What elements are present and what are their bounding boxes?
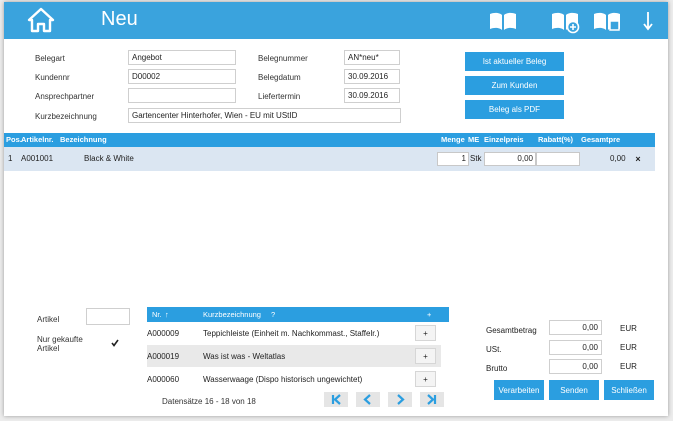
add-article-button[interactable]: + xyxy=(415,371,436,387)
ansprechpartner-field[interactable] xyxy=(128,88,236,103)
next-page-icon xyxy=(397,394,405,405)
col-kurzbezeichnung[interactable]: Kurzbezeichnung xyxy=(203,310,261,319)
top-bar: Neu xyxy=(4,2,668,39)
belegdatum-label: Belegdatum xyxy=(258,73,301,82)
currency-label: EUR xyxy=(620,362,637,371)
page-title: Neu xyxy=(101,8,138,30)
sort-kurz-icon[interactable]: ? xyxy=(271,310,275,319)
einzelpreis-input[interactable]: 0,00 xyxy=(484,152,536,166)
kundennr-label: Kundennr xyxy=(35,73,70,82)
brutto-label: Brutto xyxy=(486,364,508,373)
bezeichnung-cell: Black & White xyxy=(84,154,134,163)
open-book-icon[interactable] xyxy=(488,8,518,34)
col-einzelpreis[interactable]: Einzelpreis xyxy=(484,135,524,144)
col-pos[interactable]: Pos. xyxy=(6,135,22,144)
pager-last-button[interactable] xyxy=(420,392,444,407)
ust-label: USt. xyxy=(486,345,502,354)
table-row[interactable]: 1 A001001 Black & White 1 Stk 0,00 0,00 … xyxy=(4,147,655,171)
col-add: + xyxy=(427,310,432,319)
col-nr[interactable]: Nr. xyxy=(152,310,162,319)
liefertermin-label: Liefertermin xyxy=(258,92,301,101)
article-nr: A000019 xyxy=(147,352,180,361)
sort-nr-icon[interactable]: ↑ xyxy=(165,310,169,319)
col-rabatt[interactable]: Rabatt(%) xyxy=(538,135,573,144)
rabatt-input[interactable] xyxy=(536,152,580,166)
kundennr-field[interactable]: D00002 xyxy=(128,69,236,84)
add-article-button[interactable]: + xyxy=(415,325,436,341)
belegart-field[interactable]: Angebot xyxy=(128,50,236,65)
add-article-button[interactable]: + xyxy=(415,348,436,364)
belegart-label: Belegart xyxy=(35,54,65,63)
article-nr: A000009 xyxy=(147,329,180,338)
senden-button[interactable]: Senden xyxy=(549,380,599,400)
list-item[interactable]: A000019 Was ist was - Weltatlas + xyxy=(147,345,441,367)
schliessen-button[interactable]: Schließen xyxy=(604,380,654,400)
article-table-header: Nr. ↑ Kurzbezeichnung ? + xyxy=(147,307,449,322)
app-window: Neu Belegart Angebot Kundennr D00002 Ans… xyxy=(4,2,668,416)
artikel-label: Artikel xyxy=(37,315,60,324)
col-bezeichnung[interactable]: Bezeichnung xyxy=(60,135,107,144)
liefertermin-field[interactable]: 30.09.2016 xyxy=(344,88,400,103)
ansprechpartner-label: Ansprechpartner xyxy=(35,92,95,101)
pager-next-button[interactable] xyxy=(388,392,412,407)
col-gesamtpreis[interactable]: Gesamtpre xyxy=(581,135,620,144)
col-menge[interactable]: Menge xyxy=(441,135,465,144)
currency-label: EUR xyxy=(620,324,637,333)
article-kurz: Was ist was - Weltatlas xyxy=(203,352,286,361)
nur-gekaufte-label: Nur gekaufte Artikel xyxy=(37,335,83,353)
positions-table-header: Pos. Artikelnr. Bezeichnung Menge ME Ein… xyxy=(4,133,655,147)
to-customer-button[interactable]: Zum Kunden xyxy=(465,76,564,95)
prev-page-icon xyxy=(363,394,371,405)
menge-input[interactable]: 1 xyxy=(437,152,469,166)
ust-field: 0,00 xyxy=(549,340,602,355)
article-kurz: Teppichleiste (Einheit m. Nachkommast., … xyxy=(203,329,380,338)
book-export-icon[interactable] xyxy=(592,8,622,34)
pager-text: Datensätze 16 - 18 von 18 xyxy=(162,397,256,406)
current-document-button[interactable]: Ist aktueller Beleg xyxy=(465,52,564,71)
col-artikelnr[interactable]: Artikelnr. xyxy=(21,135,54,144)
gesamtbetrag-label: Gesamtbetrag xyxy=(486,326,537,335)
gesamtbetrag-field: 0,00 xyxy=(549,320,602,335)
last-page-icon xyxy=(427,394,437,405)
article-nr: A000060 xyxy=(147,375,180,384)
pager-first-button[interactable] xyxy=(324,392,348,407)
article-kurz: Wasserwaage (Dispo historisch ungewichte… xyxy=(203,375,363,384)
book-add-icon[interactable] xyxy=(550,8,580,34)
verarbeiten-button[interactable]: Verarbeiten xyxy=(494,380,544,400)
pos-cell: 1 xyxy=(8,154,13,163)
home-icon[interactable] xyxy=(27,6,55,34)
list-item[interactable]: A000009 Teppichleiste (Einheit m. Nachko… xyxy=(147,322,441,344)
nur-gekaufte-checkbox[interactable] xyxy=(111,339,119,347)
gesamtpreis-cell: 0,00 xyxy=(610,154,626,163)
me-cell: Stk xyxy=(470,154,482,163)
artikel-input[interactable] xyxy=(86,308,130,325)
list-item[interactable]: A000060 Wasserwaage (Dispo historisch un… xyxy=(147,368,441,390)
kurzbezeichnung-field[interactable]: Gartencenter Hinterhofer, Wien - EU mit … xyxy=(128,108,401,123)
pdf-button[interactable]: Beleg als PDF xyxy=(465,100,564,119)
kurzbezeichnung-label: Kurzbezeichnung xyxy=(35,112,97,121)
first-page-icon xyxy=(331,394,341,405)
currency-label: EUR xyxy=(620,343,637,352)
pager-prev-button[interactable] xyxy=(356,392,380,407)
belegnummer-field[interactable]: AN*neu* xyxy=(344,50,400,65)
belegnummer-label: Belegnummer xyxy=(258,54,308,63)
brutto-field: 0,00 xyxy=(549,359,602,374)
col-me[interactable]: ME xyxy=(468,135,479,144)
delete-position-button[interactable]: × xyxy=(631,152,645,166)
belegdatum-field[interactable]: 30.09.2016 xyxy=(344,69,400,84)
artikelnr-cell: A001001 xyxy=(21,154,54,163)
arrow-down-icon[interactable] xyxy=(640,8,656,34)
